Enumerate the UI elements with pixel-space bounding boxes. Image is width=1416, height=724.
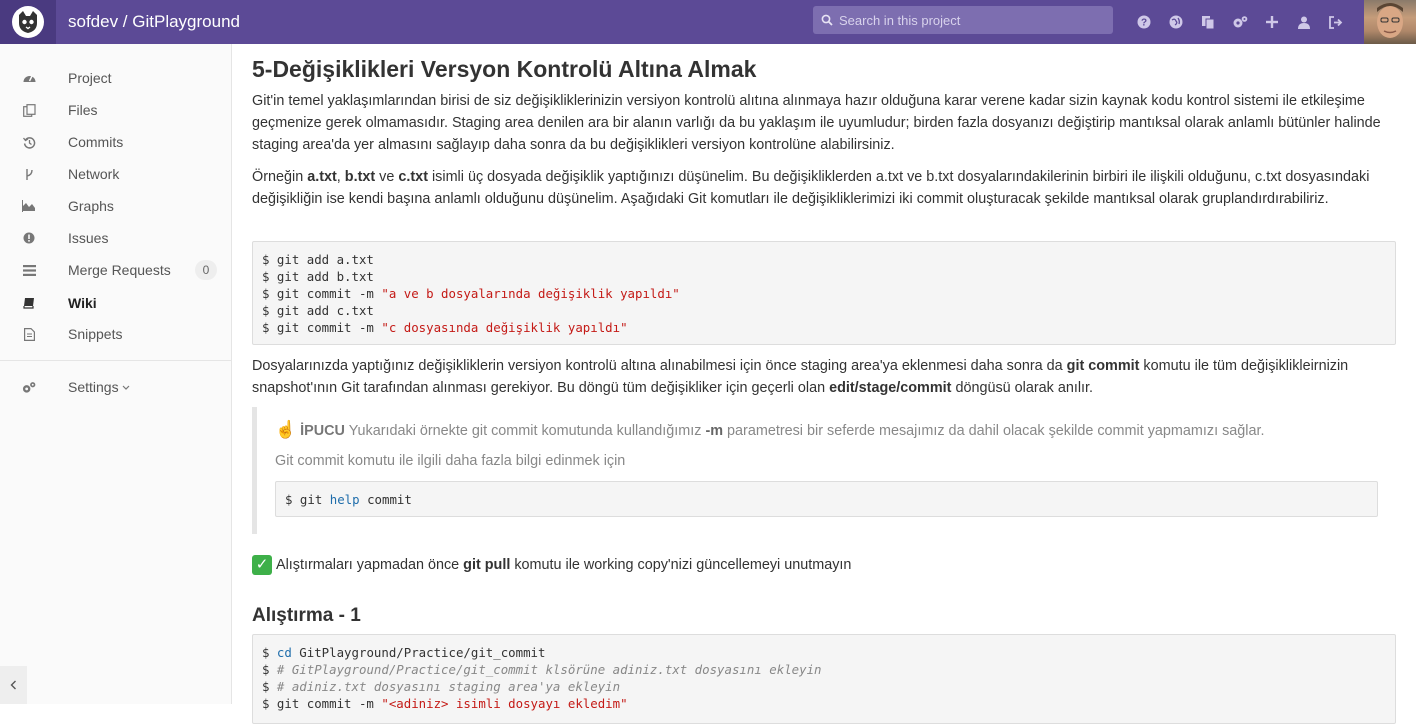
code-line: $ git add b.txt	[262, 269, 374, 284]
chevron-left-icon	[10, 680, 16, 690]
code-line: $ git add a.txt	[262, 252, 374, 267]
admin-icon[interactable]	[1224, 0, 1256, 44]
tip-text: ☝ İPUCU Yukarıdaki örnekte git commit ko…	[275, 420, 1265, 439]
sidebar-item-label: Issues	[68, 230, 109, 246]
sidebar-item-wiki[interactable]: Wiki	[0, 287, 231, 319]
tip-more-info: Git commit komutu ile ilgili daha fazla …	[275, 453, 626, 469]
code-block-exercise: $ cd GitPlayground/Practice/git_commit $…	[252, 634, 1396, 724]
top-header: sofdev / GitPlayground ?	[0, 0, 1416, 44]
code-line: $ cd GitPlayground/Practice/git_commit	[262, 645, 546, 660]
sidebar-item-label: Settings	[68, 379, 130, 395]
code-line: $ git commit -m "c dosyasında değişiklik…	[262, 320, 628, 335]
copy-icon[interactable]	[1192, 0, 1224, 44]
cogs-icon	[22, 380, 36, 394]
files-icon	[22, 103, 36, 117]
page-heading: 5-Değişiklikleri Versyon Kontrolü Altına…	[252, 56, 757, 82]
sidebar-item-label: Graphs	[68, 198, 114, 214]
exercise-heading: Alıştırma - 1	[252, 605, 361, 626]
merge-requests-count-badge: 0	[195, 260, 217, 280]
sidebar-item-merge-requests[interactable]: Merge Requests 0	[0, 254, 231, 286]
code-line: $ # GitPlayground/Practice/git_commit kl…	[262, 662, 822, 677]
sidebar-item-snippets[interactable]: Snippets	[0, 318, 231, 350]
paragraph-example: Örneğin a.txt, b.txt ve c.txt isimli üç …	[252, 169, 1370, 207]
code-line: $ git commit -m "a ve b dosyalarında değ…	[262, 286, 680, 301]
sidebar-item-label: Files	[68, 102, 98, 118]
sidebar-item-label: Snippets	[68, 326, 123, 342]
sidebar-item-commits[interactable]: Commits	[0, 126, 231, 158]
branch-icon	[22, 167, 36, 181]
area-chart-icon	[22, 199, 36, 213]
globe-icon[interactable]	[1160, 0, 1192, 44]
sidebar-item-project[interactable]: Project	[0, 62, 231, 94]
code-block-help: $ git help commit	[275, 481, 1378, 517]
dashboard-icon	[22, 71, 36, 85]
logo-link[interactable]	[0, 0, 56, 44]
search-input[interactable]	[839, 12, 1099, 28]
pointing-up-icon: ☝	[275, 420, 297, 439]
sidebar-item-label: Merge Requests	[68, 262, 171, 278]
svg-text:?: ?	[1141, 18, 1147, 29]
reminder-paragraph: ✓ Alıştırmaları yapmadan önce git pull ko…	[252, 554, 1398, 576]
file-text-icon	[22, 327, 36, 341]
header-icons: ?	[1128, 0, 1352, 44]
book-icon	[22, 296, 36, 310]
paragraph-intro: Git'in temel yaklaşımlarından birisi de …	[252, 93, 1381, 153]
sidebar-item-network[interactable]: Network	[0, 158, 231, 190]
sidebar-divider	[0, 360, 231, 361]
user-icon[interactable]	[1288, 0, 1320, 44]
help-icon[interactable]: ?	[1128, 0, 1160, 44]
sidebar: Project Files Commits Network Graphs Iss…	[0, 44, 232, 704]
check-mark-icon: ✓	[252, 555, 272, 576]
sidebar-item-label: Network	[68, 166, 120, 182]
search-icon	[821, 14, 833, 26]
sidebar-item-files[interactable]: Files	[0, 94, 231, 126]
code-line: $ # adiniz.txt dosyasını staging area'ya…	[262, 679, 621, 694]
settings-label: Settings	[68, 379, 119, 395]
sidebar-item-label: Commits	[68, 134, 124, 150]
user-avatar[interactable]	[1364, 0, 1416, 44]
chevron-down-icon	[123, 385, 130, 391]
plus-icon[interactable]	[1256, 0, 1288, 44]
collapse-sidebar-button[interactable]	[0, 666, 27, 704]
exclamation-icon	[22, 231, 36, 245]
signout-icon[interactable]	[1320, 0, 1352, 44]
sidebar-item-graphs[interactable]: Graphs	[0, 190, 231, 222]
tip-label: İPUCU	[300, 423, 345, 439]
sidebar-item-label: Wiki	[68, 295, 97, 311]
project-title[interactable]: sofdev / GitPlayground	[68, 12, 240, 32]
sidebar-item-issues[interactable]: Issues	[0, 222, 231, 254]
list-icon	[22, 263, 36, 277]
code-block-commits: $ git add a.txt $ git add b.txt $ git co…	[252, 241, 1396, 345]
gitlab-logo-icon	[12, 6, 44, 38]
history-icon	[22, 135, 36, 149]
code-line: $ git help commit	[285, 492, 412, 507]
paragraph-staging: Dosyalarınızda yaptığınız değişiklikleri…	[252, 358, 1349, 396]
code-line: $ git add c.txt	[262, 303, 374, 318]
sidebar-item-label: Project	[68, 70, 112, 86]
search-box[interactable]	[813, 6, 1113, 34]
sidebar-item-settings[interactable]: Settings	[0, 371, 231, 403]
